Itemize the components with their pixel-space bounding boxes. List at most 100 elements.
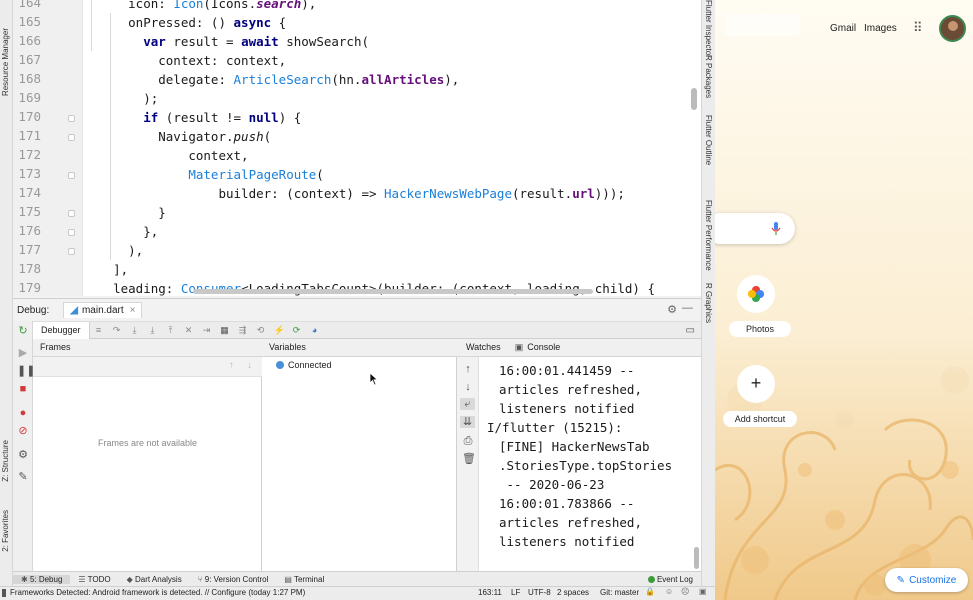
console-output[interactable]: 16:00:01.441459 -- articles refreshed, lis… — [479, 357, 701, 572]
images-link[interactable]: Images — [864, 23, 897, 34]
tab-watches[interactable]: Watches — [466, 342, 501, 353]
arrow-down-icon[interactable]: ↓ — [247, 360, 252, 371]
code-line[interactable]: context, — [83, 146, 248, 165]
lock-icon[interactable]: 🔒 — [645, 587, 655, 596]
devtools-icon[interactable]: ◕ — [310, 325, 320, 335]
stop-icon[interactable]: ■ — [17, 383, 29, 395]
gear-icon[interactable]: ⚙ — [667, 303, 677, 316]
happy-face-icon[interactable]: ☺ — [665, 587, 673, 596]
memory-indicator-icon[interactable]: ▣ — [699, 587, 707, 596]
avatar[interactable] — [939, 15, 966, 42]
status-toggle-icon[interactable] — [2, 589, 6, 597]
scroll-up-icon[interactable]: ↑ — [462, 363, 474, 375]
step-over-icon[interactable]: ↷ — [112, 325, 122, 335]
editor-horizontal-scrollbar[interactable] — [193, 289, 593, 294]
fold-marker-icon[interactable] — [68, 248, 75, 255]
tab-todo[interactable]: ☰ TODO — [70, 575, 118, 584]
file-encoding[interactable]: UTF-8 — [528, 588, 551, 597]
force-step-into-icon[interactable]: ⤓ — [148, 325, 158, 335]
r-packages-tab[interactable]: R Packages — [704, 55, 713, 98]
status-message[interactable]: Frameworks Detected: Android framework i… — [10, 588, 305, 597]
print-icon[interactable]: ⎙ — [462, 435, 474, 447]
code-line[interactable]: } — [83, 203, 166, 222]
minimize-icon[interactable]: — — [682, 302, 693, 314]
trace-icon[interactable]: ⇶ — [238, 325, 248, 335]
tab-debugger[interactable]: Debugger — [33, 321, 90, 339]
flutter-performance-tab[interactable]: Flutter Performance — [704, 200, 713, 271]
mute-breakpoints-icon[interactable]: ⊘ — [17, 425, 29, 437]
structure-tab[interactable]: Z: Structure — [1, 440, 10, 482]
debug-session-tab[interactable]: ◢ main.dart × — [63, 302, 143, 318]
search-box[interactable] — [715, 213, 795, 244]
microphone-icon[interactable] — [771, 221, 781, 236]
trash-icon[interactable]: 🗑 — [462, 453, 476, 465]
flutter-outline-tab[interactable]: Flutter Outline — [704, 115, 713, 165]
tab-dart-analysis[interactable]: ◆ Dart Analysis — [119, 575, 190, 584]
code-area[interactable]: icon: Icon(Icons.search), onPressed: () … — [83, 0, 691, 296]
code-line[interactable]: if (result != null) { — [83, 108, 301, 127]
fold-marker-icon[interactable] — [68, 210, 75, 217]
close-icon[interactable]: × — [130, 305, 136, 316]
photos-shortcut-icon[interactable] — [737, 275, 775, 313]
evaluate-icon[interactable]: ▦ — [220, 325, 230, 335]
step-out-icon[interactable]: ⤒ — [166, 325, 176, 335]
favorites-tab[interactable]: 2: Favorites — [1, 510, 10, 552]
flutter-inspector-tab[interactable]: Flutter Inspector — [704, 0, 713, 58]
code-line[interactable]: icon: Icon(Icons.search), — [83, 0, 316, 13]
soft-wrap-icon[interactable]: ⤶ — [460, 398, 475, 410]
git-branch[interactable]: Git: master — [600, 588, 639, 597]
tab-debug[interactable]: ✱ 5: Debug — [13, 574, 71, 584]
layout-icon[interactable]: ▭ — [686, 325, 695, 336]
caret-position[interactable]: 163:11 — [478, 588, 502, 597]
code-editor[interactable]: 164 165 166 167 168 169 170 171 172 173 174 175 176 1… — [13, 0, 701, 296]
list-icon[interactable]: ≡ — [94, 325, 104, 335]
drop-frame-icon[interactable]: ✕ — [184, 325, 194, 335]
tab-version-control[interactable]: ⑂ 9: Version Control — [190, 575, 277, 584]
settings-icon[interactable]: ⚙ — [17, 449, 29, 461]
code-line[interactable]: delegate: ArticleSearch(hn.allArticles), — [83, 70, 459, 89]
fold-marker-icon[interactable] — [68, 172, 75, 179]
add-shortcut-icon[interactable]: + — [737, 365, 775, 403]
run-to-cursor-icon[interactable]: ⇥ — [202, 325, 212, 335]
rerun-icon[interactable]: ↻ — [17, 325, 29, 337]
tab-terminal[interactable]: ▤ Terminal — [276, 575, 332, 584]
fold-marker-icon[interactable] — [68, 229, 75, 236]
hot-restart-icon[interactable]: ⟳ — [292, 325, 302, 335]
console-scrollbar[interactable] — [694, 547, 699, 569]
scroll-down-icon[interactable]: ↓ — [462, 381, 474, 393]
pin-icon[interactable]: ✎ — [17, 471, 29, 483]
view-breakpoints-icon[interactable]: ● — [17, 407, 29, 419]
editor-vertical-scrollbar[interactable] — [691, 88, 697, 110]
pause-icon[interactable]: ❚❚ — [17, 365, 35, 377]
gmail-link[interactable]: Gmail — [830, 23, 856, 34]
code-line[interactable]: context: context, — [83, 51, 286, 70]
resume-icon[interactable]: ▶ — [17, 347, 29, 359]
code-line[interactable]: }, — [83, 222, 158, 241]
r-graphics-tab[interactable]: R Graphics — [704, 283, 713, 323]
hot-reload-icon[interactable]: ⚡ — [274, 325, 285, 335]
customize-button[interactable]: ✎ Customize — [885, 568, 968, 592]
indent-setting[interactable]: 2 spaces — [557, 588, 589, 597]
code-line[interactable]: ), — [83, 241, 143, 260]
code-line[interactable]: ], — [83, 260, 128, 279]
variable-item[interactable]: Connected — [276, 360, 332, 370]
code-line[interactable]: onPressed: () async { — [83, 13, 286, 32]
apps-grid-icon[interactable]: ⠿ — [913, 20, 922, 36]
fold-marker-icon[interactable] — [68, 134, 75, 141]
code-line[interactable]: var result = await showSearch( — [83, 32, 369, 51]
step-into-icon[interactable]: ⤓ — [130, 325, 140, 335]
code-line[interactable]: MaterialPageRoute( — [83, 165, 323, 184]
restart-frame-icon[interactable]: ⟲ — [256, 325, 266, 335]
add-shortcut-label[interactable]: Add shortcut — [723, 411, 797, 427]
line-separator[interactable]: LF — [511, 588, 520, 597]
tab-console[interactable]: Console — [527, 342, 560, 353]
photos-shortcut-label[interactable]: Photos — [729, 321, 791, 337]
sad-face-icon[interactable]: ☹ — [681, 587, 689, 596]
fold-marker-icon[interactable] — [68, 115, 75, 122]
code-line[interactable]: ); — [83, 89, 158, 108]
event-log-button[interactable]: Event Log — [640, 575, 701, 584]
arrow-up-icon[interactable]: ↑ — [229, 360, 234, 371]
code-line[interactable]: builder: (context) => HackerNewsWebPage(… — [83, 184, 624, 203]
scroll-to-end-icon[interactable]: ⇊ — [460, 416, 475, 428]
resource-manager-tab[interactable]: Resource Manager — [1, 28, 10, 96]
